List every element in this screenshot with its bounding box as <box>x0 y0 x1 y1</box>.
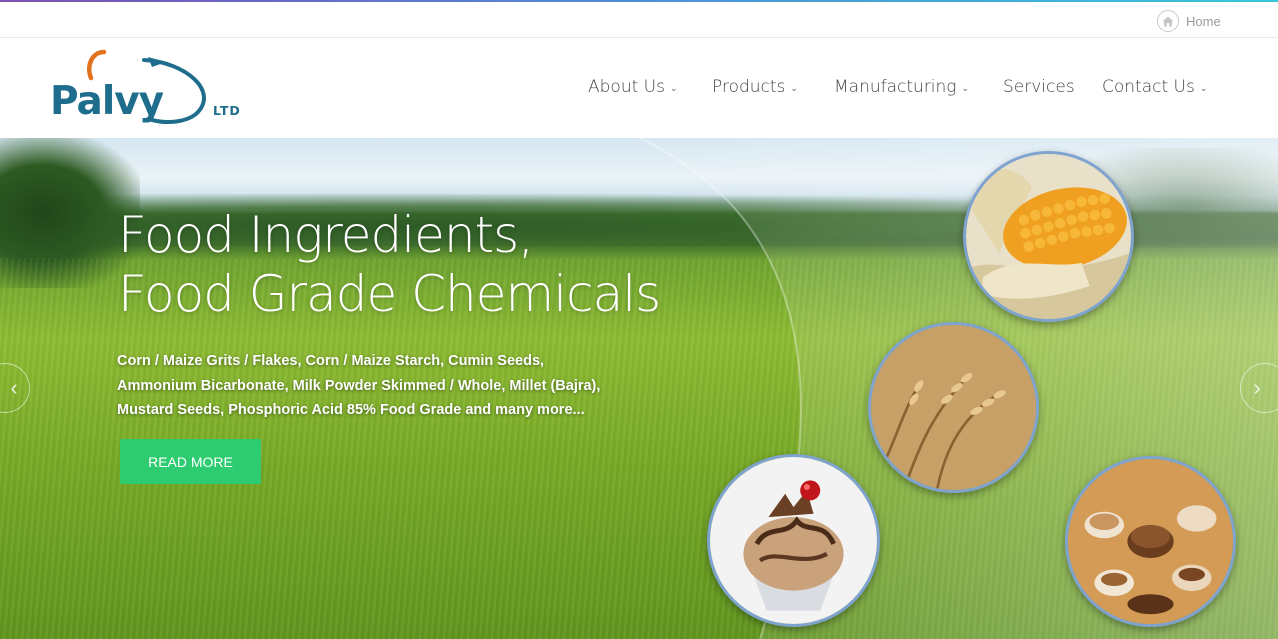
nav-services[interactable]: Services <box>1003 74 1075 100</box>
home-icon <box>1157 10 1179 32</box>
chocolates-image <box>1065 456 1236 627</box>
corn-image <box>963 151 1134 322</box>
chevron-down-icon: ⌄ <box>961 83 970 94</box>
ice-cream-image <box>707 454 880 627</box>
home-link[interactable]: Home <box>1157 10 1221 32</box>
hero-description-line: Corn / Maize Grits / Flakes, Corn / Maiz… <box>117 353 545 369</box>
nav-manufacturing-label: Manufacturing <box>834 77 957 97</box>
wheat-image <box>868 322 1039 493</box>
nav-services-label: Services <box>1003 77 1075 97</box>
nav-about-us-label: About Us <box>588 77 665 97</box>
chevron-down-icon: ⌄ <box>1199 83 1208 94</box>
chevron-down-icon: ⌄ <box>669 83 678 94</box>
home-link-label: Home <box>1186 13 1221 29</box>
hero-title-line-2: Food Grade Chemicals <box>118 265 661 323</box>
nav-about-us[interactable]: About Us ⌄ <box>588 74 678 100</box>
top-utility-bar: Home <box>0 2 1278 38</box>
hero-slider: Food Ingredients, Food Grade Chemicals C… <box>0 138 1278 639</box>
nav-contact-us-label: Contact Us <box>1102 77 1195 97</box>
chevron-down-icon: ⌄ <box>790 83 798 94</box>
hero-description: Corn / Maize Grits / Flakes, Corn / Maiz… <box>117 349 657 423</box>
hero-title: Food Ingredients, Food Grade Chemicals <box>118 206 758 324</box>
palvy-logo[interactable]: Palvy LTD <box>48 48 258 130</box>
hero-description-line: Ammonium Bicarbonate, Milk Powder Skimme… <box>117 377 601 394</box>
svg-text:LTD: LTD <box>213 103 241 118</box>
palvy-logo-graphic: Palvy LTD <box>50 49 241 124</box>
nav-contact-us[interactable]: Contact Us ⌄ <box>1102 74 1207 100</box>
site-header: Palvy LTD About Us ⌄ Products ⌄ Manufact… <box>0 38 1278 138</box>
svg-text:Palvy: Palvy <box>50 79 164 124</box>
hero-title-line-1: Food Ingredients, <box>118 206 534 264</box>
nav-products-label: Products <box>712 77 786 97</box>
hero-description-line: Mustard Seeds, Phosphoric Acid 85% Food … <box>117 402 585 418</box>
nav-manufacturing[interactable]: Manufacturing ⌄ <box>834 74 969 100</box>
read-more-button[interactable]: READ MORE <box>120 439 261 484</box>
nav-products[interactable]: Products ⌄ <box>712 74 798 100</box>
